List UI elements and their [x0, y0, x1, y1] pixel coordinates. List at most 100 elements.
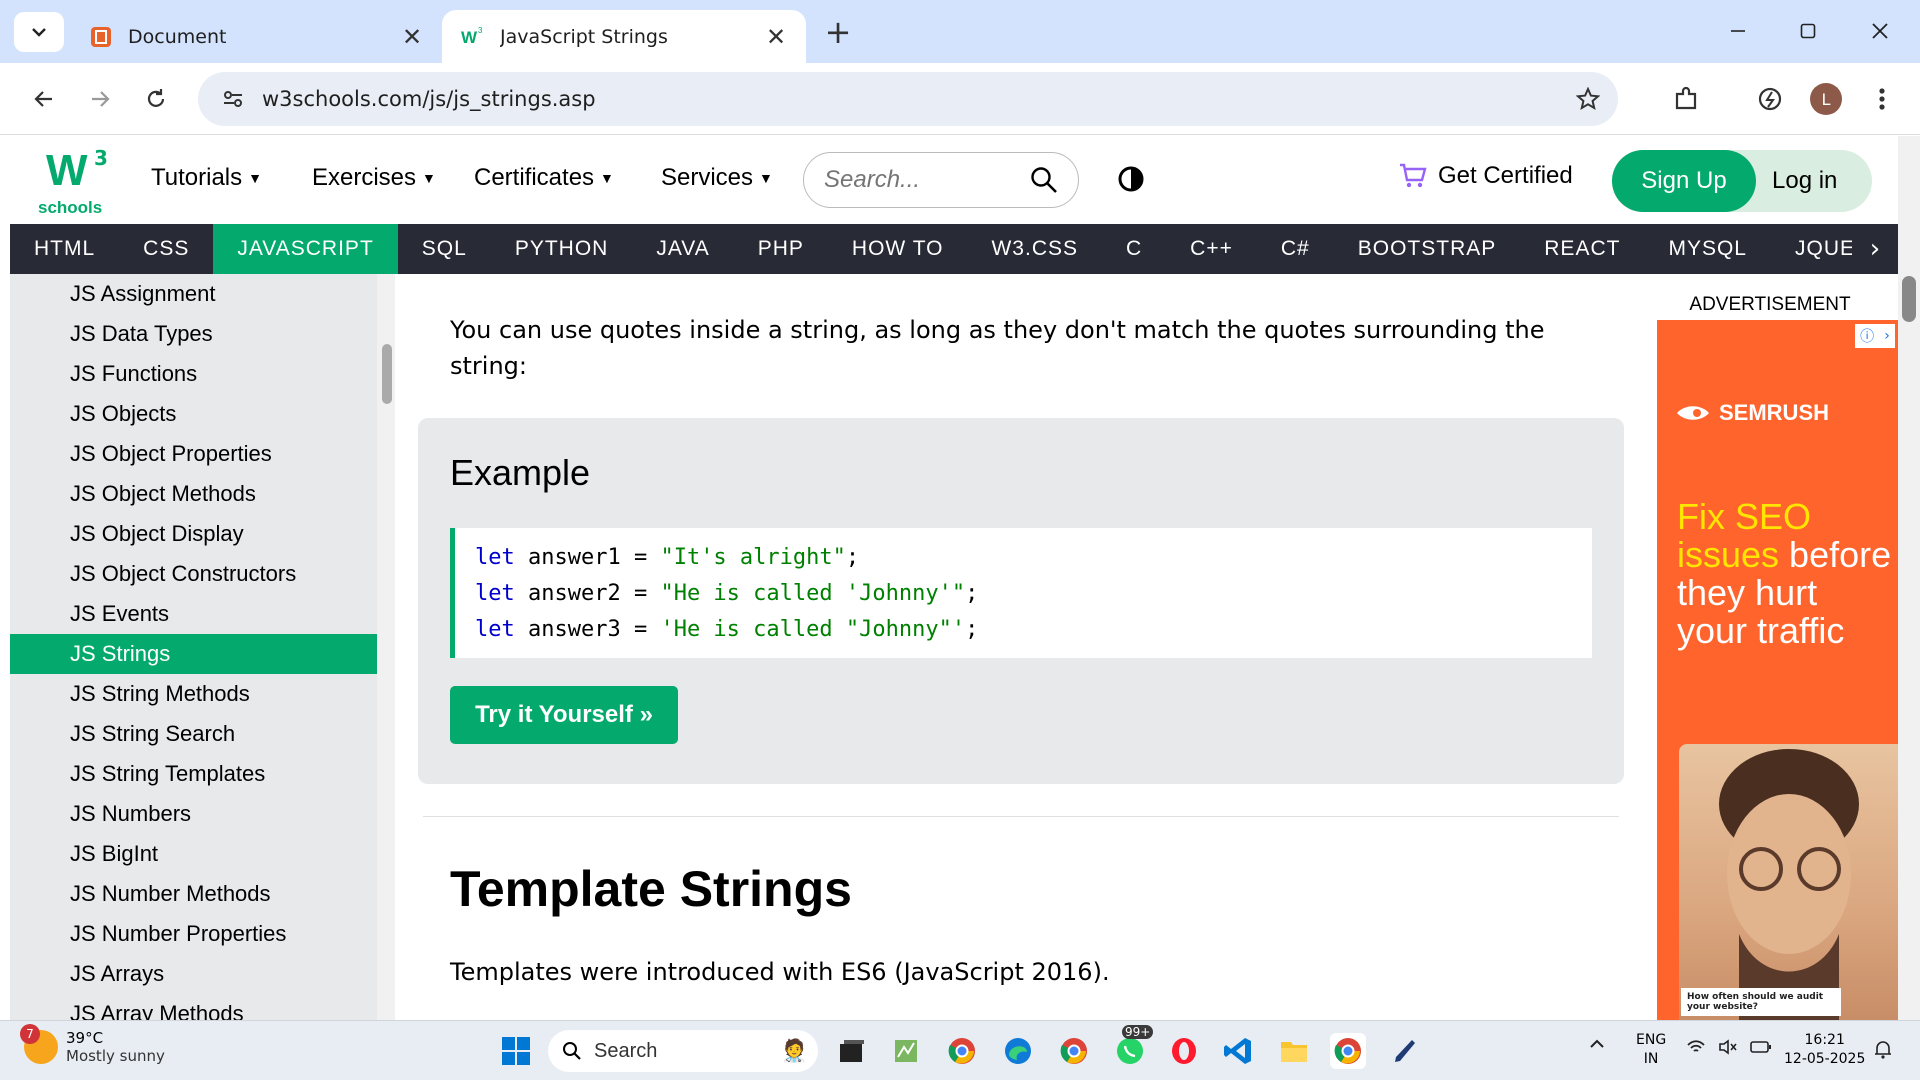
site-info-icon[interactable] — [208, 88, 258, 110]
search-input[interactable] — [824, 166, 1024, 194]
windows-start-button[interactable] — [498, 1033, 534, 1069]
show-hidden-icons[interactable] — [1588, 1035, 1606, 1059]
sidebar-item[interactable]: JS String Methods — [10, 674, 377, 714]
ad-banner[interactable]: ⓘ › SEMRUSH Fix SEO issues before they hu… — [1657, 320, 1899, 1020]
sidebar-item[interactable]: JS Number Properties — [10, 914, 377, 954]
menu-exercises[interactable]: Exercises ▼ — [312, 164, 436, 192]
log-in-button[interactable]: Log in — [1772, 150, 1837, 212]
clock[interactable]: 16:21 12-05-2025 — [1784, 1031, 1865, 1069]
sidebar-item[interactable]: JS Arrays — [10, 954, 377, 994]
opera-app-icon[interactable] — [1166, 1033, 1202, 1069]
menu-certificates[interactable]: Certificates ▼ — [474, 164, 614, 192]
profile-button[interactable]: L — [1804, 77, 1848, 121]
page-scrollbar-thumb[interactable] — [1902, 276, 1916, 322]
language-indicator[interactable]: ENG IN — [1636, 1031, 1666, 1069]
sidebar-item[interactable]: JS Data Types — [10, 314, 377, 354]
reload-button[interactable] — [134, 77, 178, 121]
topic-w3css[interactable]: W3.CSS — [967, 224, 1102, 274]
sidebar-scrollbar-thumb[interactable] — [382, 344, 392, 404]
topic-java[interactable]: JAVA — [632, 224, 733, 274]
topic-html[interactable]: HTML — [10, 224, 119, 274]
site-header: W 3 schools Tutorials ▼ Exercises ▼ Certif… — [10, 136, 1898, 224]
sidebar-item[interactable]: JS Objects — [10, 394, 377, 434]
w3schools-logo[interactable]: W 3 schools — [34, 146, 114, 217]
performance-button[interactable] — [1748, 77, 1792, 121]
try-it-yourself-button[interactable]: Try it Yourself » — [450, 686, 678, 744]
chrome-profile-app-icon[interactable] — [1056, 1033, 1092, 1069]
minimize-button[interactable] — [1708, 8, 1768, 54]
menu-tutorials[interactable]: Tutorials ▼ — [151, 164, 262, 192]
sidebar-item[interactable]: JS Object Methods — [10, 474, 377, 514]
topic-react[interactable]: REACT — [1520, 224, 1644, 274]
topic-mysql[interactable]: MYSQL — [1644, 224, 1771, 274]
page-scrollbar[interactable] — [1898, 136, 1920, 1020]
bookmark-star-icon[interactable] — [1558, 87, 1618, 111]
maximize-button[interactable] — [1778, 8, 1838, 54]
forward-button[interactable] — [78, 77, 122, 121]
section-paragraph: Templates were introduced with ES6 (Java… — [450, 958, 1110, 986]
menu-services[interactable]: Services ▼ — [661, 164, 773, 192]
ad-column: ADVERTISEMENT ⓘ › SEMRUSH Fix SEO issues … — [1645, 274, 1899, 1020]
close-tab-icon[interactable]: ✕ — [764, 23, 788, 51]
topic-sql[interactable]: SQL — [398, 224, 491, 274]
sidebar-item-active[interactable]: JS Strings — [10, 634, 377, 674]
sidebar-item[interactable]: JS Object Constructors — [10, 554, 377, 594]
weather-widget[interactable]: 7 39°C Mostly sunny — [20, 1024, 165, 1065]
sidebar-item[interactable]: JS String Templates — [10, 754, 377, 794]
sidebar-item[interactable]: JS Number Methods — [10, 874, 377, 914]
sidebar-item[interactable]: JS Array Methods — [10, 994, 377, 1020]
sidebar-item[interactable]: JS Functions — [10, 354, 377, 394]
system-tray-icons[interactable] — [1686, 1039, 1772, 1055]
topic-javascript[interactable]: JAVASCRIPT — [213, 224, 398, 274]
extensions-button[interactable] — [1664, 77, 1708, 121]
arrow-right-icon — [92, 91, 110, 107]
chevron-right-icon[interactable]: › — [1852, 224, 1898, 274]
close-window-button[interactable] — [1850, 8, 1910, 54]
whatsapp-app-icon[interactable]: 99+ — [1112, 1025, 1154, 1069]
address-bar[interactable]: w3schools.com/js/js_strings.asp — [198, 72, 1618, 126]
close-tab-icon[interactable]: ✕ — [400, 23, 424, 51]
chrome-app-icon[interactable] — [944, 1033, 980, 1069]
topic-css[interactable]: CSS — [119, 224, 213, 274]
pen-app-icon[interactable] — [1386, 1033, 1422, 1069]
vscode-app-icon[interactable] — [1220, 1033, 1256, 1069]
sidebar-item[interactable]: JS Events — [10, 594, 377, 634]
search-icon[interactable] — [1030, 166, 1058, 194]
new-tab-button[interactable]: + — [818, 13, 858, 51]
topic-csharp[interactable]: C# — [1257, 224, 1334, 274]
sidebar-item[interactable]: JS Assignment — [10, 274, 377, 314]
tab-document[interactable]: Document ✕ — [70, 10, 442, 63]
chevron-down-icon — [32, 28, 46, 37]
topic-python[interactable]: PYTHON — [491, 224, 633, 274]
notepad-app-icon[interactable] — [888, 1033, 924, 1069]
tab-search-button[interactable] — [14, 12, 64, 52]
url-text[interactable]: w3schools.com/js/js_strings.asp — [262, 87, 1558, 111]
get-certified-link[interactable]: Get Certified — [1398, 162, 1573, 190]
topic-howto[interactable]: HOW TO — [828, 224, 968, 274]
code-text: ; — [845, 545, 860, 570]
file-explorer-app-icon[interactable] — [1276, 1033, 1312, 1069]
tab-javascript-strings[interactable]: W3 JavaScript Strings ✕ — [442, 10, 806, 63]
chrome-active-app-icon[interactable] — [1330, 1033, 1366, 1069]
sidebar-item[interactable]: JS String Search — [10, 714, 377, 754]
topic-php[interactable]: PHP — [734, 224, 828, 274]
sidebar-item[interactable]: JS Object Properties — [10, 434, 377, 474]
edge-app-icon[interactable] — [1000, 1033, 1036, 1069]
sidebar-item[interactable]: JS BigInt — [10, 834, 377, 874]
ad-info[interactable]: ⓘ › — [1855, 324, 1895, 348]
chrome-menu-button[interactable] — [1860, 77, 1904, 121]
arrow-left-icon — [34, 91, 52, 107]
sign-up-button[interactable]: Sign Up — [1612, 150, 1756, 212]
taskbar-search[interactable]: Search 🧑‍⚕️ — [548, 1030, 818, 1072]
dark-mode-toggle-icon[interactable] — [1116, 164, 1146, 194]
topic-c[interactable]: C — [1102, 224, 1166, 274]
sidebar-item[interactable]: JS Numbers — [10, 794, 377, 834]
task-view-icon[interactable] — [834, 1033, 870, 1069]
topic-bootstrap[interactable]: BOOTSTRAP — [1334, 224, 1521, 274]
back-button[interactable] — [22, 77, 66, 121]
more-vertical-icon — [1879, 88, 1885, 110]
notifications-button[interactable] — [1874, 1039, 1892, 1065]
minimize-icon — [1731, 30, 1745, 32]
sidebar-item[interactable]: JS Object Display — [10, 514, 377, 554]
topic-cpp[interactable]: C++ — [1166, 224, 1257, 274]
